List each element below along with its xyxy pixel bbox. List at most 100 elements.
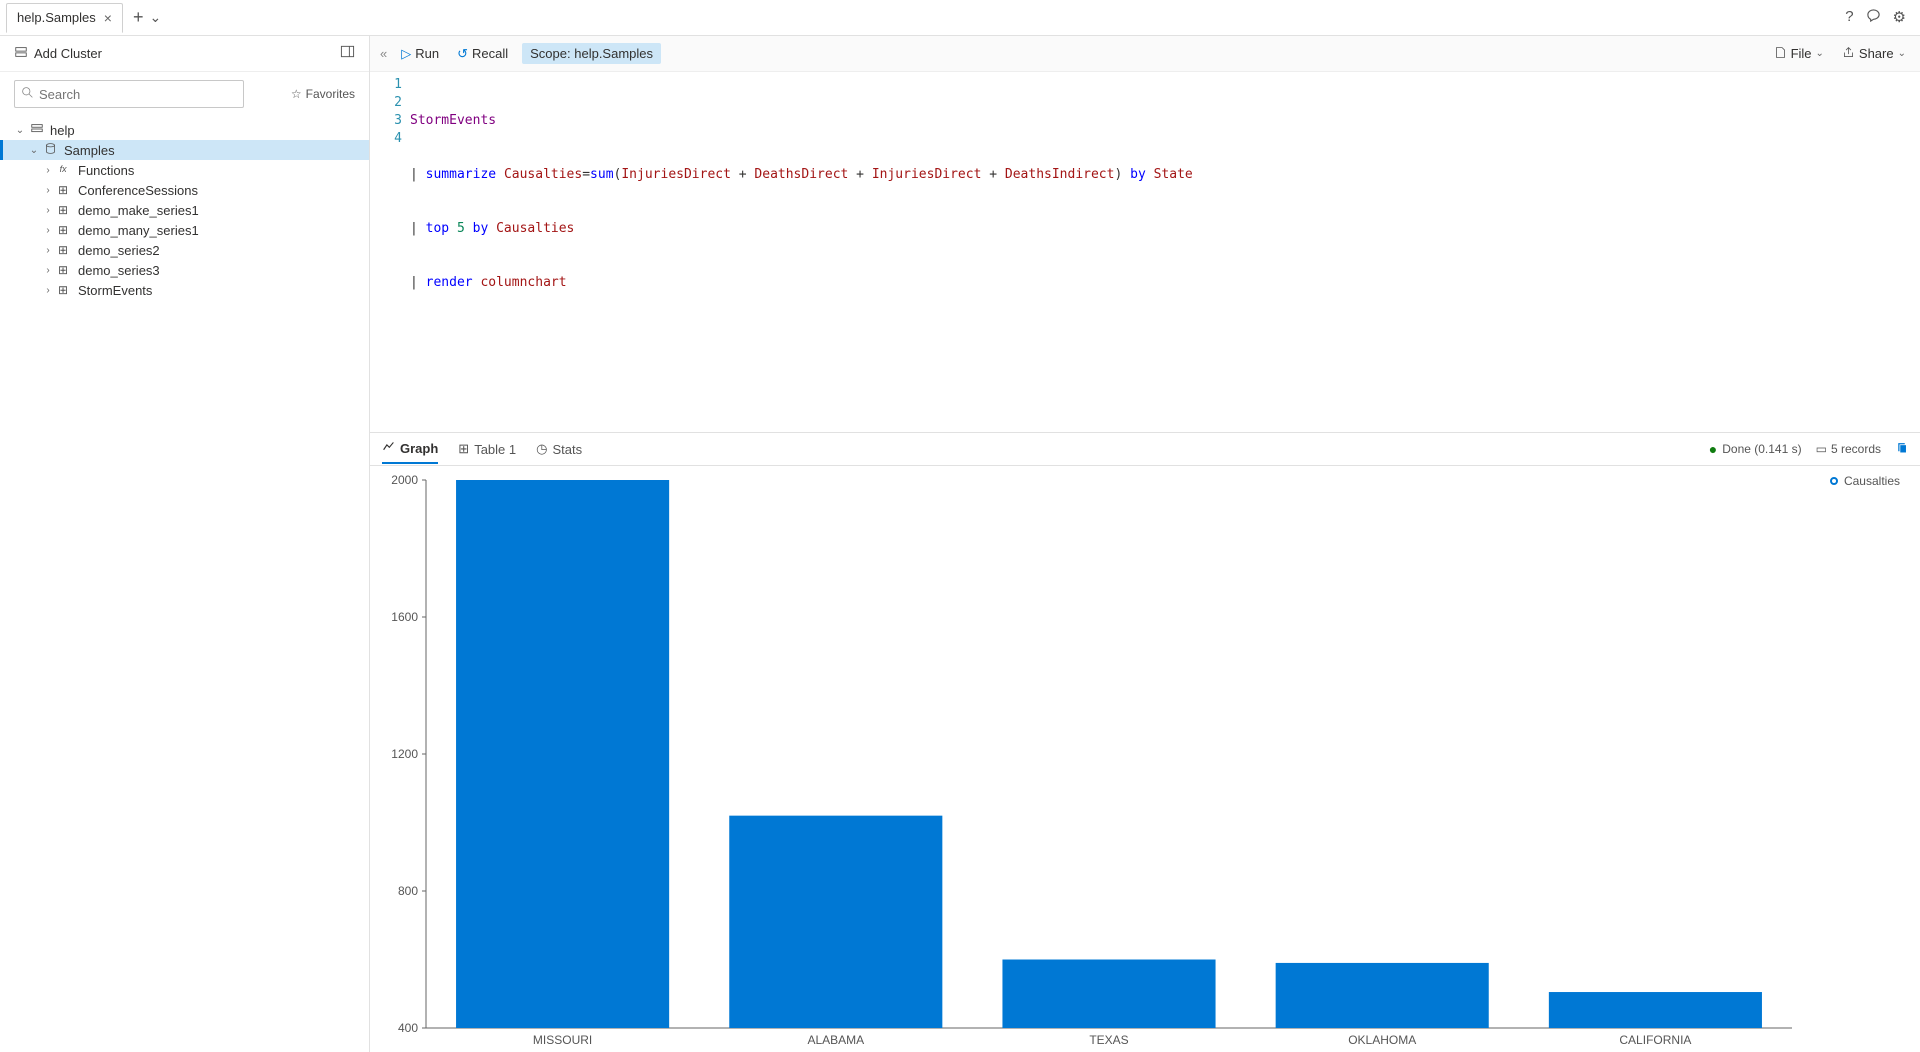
svg-text:CALIFORNIA: CALIFORNIA [1619,1033,1691,1047]
play-icon: ▷ [401,46,411,62]
tree-label: StormEvents [78,283,152,298]
svg-text:ALABAMA: ALABAMA [807,1033,864,1047]
code-token: + [731,167,754,182]
chevron-right-icon: › [42,245,54,256]
scope-pill[interactable]: Scope: help.Samples [522,43,661,64]
tab-label: Graph [400,441,438,456]
tree-label: demo_series2 [78,243,160,258]
chevron-right-icon: › [42,205,54,216]
recall-icon: ↺ [457,46,468,62]
editor-code[interactable]: StormEvents | summarize Causalties=sum(I… [410,72,1193,432]
code-token: 5 [457,221,465,236]
tab-title: help.Samples [17,10,96,25]
recall-button[interactable]: ↺ Recall [453,43,512,65]
add-cluster-button[interactable]: Add Cluster [14,45,102,62]
search-icon [21,86,34,102]
tree-database-samples[interactable]: ⌄ Samples [0,140,369,160]
collapse-icon[interactable]: « [380,46,387,61]
file-label: File [1791,46,1812,61]
chevron-right-icon: › [42,265,54,276]
stats-icon: ◷ [536,441,547,457]
tab-graph[interactable]: Graph [382,434,438,464]
close-icon[interactable]: × [104,10,112,26]
tab-help-samples[interactable]: help.Samples × [6,3,123,33]
copy-icon[interactable] [1895,441,1908,458]
tree-label: demo_make_series1 [78,203,199,218]
svg-text:TEXAS: TEXAS [1089,1033,1128,1047]
code-token: | [410,275,426,290]
search-input[interactable] [39,87,237,102]
code-token: render [426,275,473,290]
search-input-wrapper[interactable] [14,80,244,108]
tree-item-table[interactable]: › ⊞ ConferenceSessions [0,180,369,200]
feedback-icon[interactable] [1866,8,1881,27]
tab-dropdown-icon[interactable]: ⌄ [149,9,161,26]
line-number: 1 [370,76,402,94]
svg-text:fx: fx [60,164,67,174]
code-token: InjuriesDirect [872,167,982,182]
tab-table[interactable]: ⊞ Table 1 [458,435,516,463]
check-icon: ● [1709,441,1717,457]
code-token: State [1154,167,1193,182]
table-icon: ⊞ [58,203,74,217]
tree-cluster-help[interactable]: ⌄ help [0,120,369,140]
line-number: 3 [370,112,402,130]
code-token: by [1122,167,1153,182]
code-token: DeathsIndirect [1005,167,1115,182]
function-icon: fx [58,162,74,178]
run-button[interactable]: ▷ Run [397,43,443,65]
run-label: Run [415,46,439,61]
chart-legend[interactable]: Causalties [1830,474,1900,488]
tab-label: Table 1 [474,442,516,457]
settings-icon[interactable]: ⚙ [1893,8,1906,27]
tree-item-functions[interactable]: › fx Functions [0,160,369,180]
code-token: | [410,167,426,182]
tab-stats[interactable]: ◷ Stats [536,435,582,463]
help-icon[interactable]: ? [1845,8,1853,27]
sidebar: Add Cluster ☆ Favorites ⌄ [0,36,370,1052]
code-token: + [848,167,871,182]
graph-icon [382,440,395,456]
chevron-right-icon: › [42,185,54,196]
svg-text:800: 800 [398,884,418,898]
code-token: by [473,221,489,236]
query-editor[interactable]: 1 2 3 4 StormEvents | summarize Causalti… [370,72,1920,432]
code-token: top [426,221,449,236]
favorites-button[interactable]: ☆ Favorites [291,87,355,101]
tree-item-table[interactable]: › ⊞ demo_many_series1 [0,220,369,240]
tree-item-table[interactable]: › ⊞ StormEvents [0,280,369,300]
tree-item-table[interactable]: › ⊞ demo_series3 [0,260,369,280]
new-tab-button[interactable]: + [133,7,144,28]
svg-text:OKLAHOMA: OKLAHOMA [1348,1033,1416,1047]
table-icon: ⊞ [458,441,469,457]
code-token: + [981,167,1004,182]
panel-toggle-icon[interactable] [340,44,355,63]
table-icon: ⊞ [58,283,74,297]
cluster-icon [14,45,28,62]
status-done: ● Done (0.141 s) [1709,441,1802,457]
code-token: = [582,167,590,182]
editor-gutter: 1 2 3 4 [370,72,410,432]
code-token: summarize [426,167,496,182]
share-button[interactable]: Share ⌄ [1838,43,1910,65]
recall-label: Recall [472,46,508,61]
cluster-icon [30,122,46,139]
tree-label: Functions [78,163,134,178]
code-token: DeathsDirect [754,167,848,182]
tree-item-table[interactable]: › ⊞ demo_make_series1 [0,200,369,220]
legend-label: Causalties [1844,474,1900,488]
database-icon [44,142,60,158]
star-icon: ☆ [291,87,302,101]
svg-text:1200: 1200 [391,747,418,761]
records-icon: ▭ [1816,442,1827,456]
column-chart[interactable]: 400800120016002000MISSOURIALABAMATEXASOK… [376,470,1912,1052]
tree-item-table[interactable]: › ⊞ demo_series2 [0,240,369,260]
chart-area: Causalties 400800120016002000MISSOURIALA… [370,466,1920,1052]
query-toolbar: « ▷ Run ↺ Recall Scope: help.Samples Fil… [370,36,1920,72]
svg-text:2000: 2000 [391,473,418,487]
file-button[interactable]: File ⌄ [1770,43,1828,65]
code-token: StormEvents [410,113,496,128]
tree-label: demo_many_series1 [78,223,199,238]
table-icon: ⊞ [58,243,74,257]
table-icon: ⊞ [58,263,74,277]
